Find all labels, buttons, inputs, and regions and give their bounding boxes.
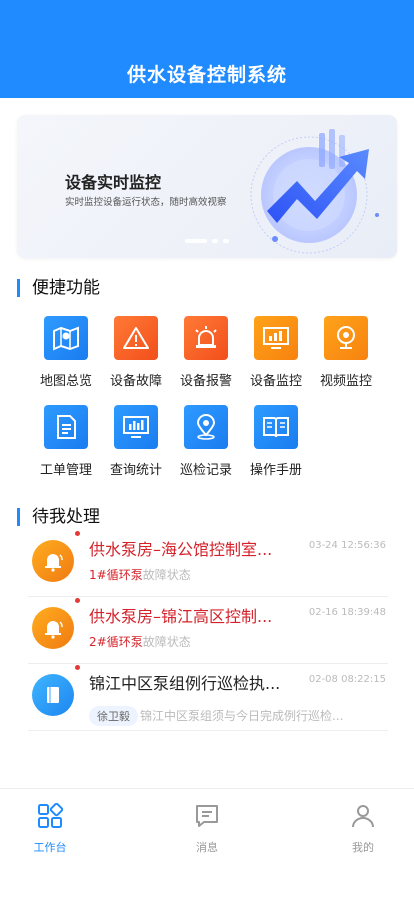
bottom-tab-bar: 工作台 消息 我的	[0, 788, 414, 897]
status-text: 故障状态	[142, 568, 191, 582]
pending-title: 待我处理	[17, 508, 100, 526]
quick-functions-title: 便捷功能	[17, 279, 100, 297]
quick-device-alarm[interactable]: 设备报警	[171, 316, 241, 389]
quick-label: 设备监控	[249, 374, 302, 389]
pending-item-time: 02-16 18:39:48	[308, 607, 386, 618]
statistics-icon	[114, 405, 158, 449]
pending-item-sub: 1#循环泵故障状态	[89, 566, 191, 583]
location-pin-icon	[184, 405, 228, 449]
pending-item-sub: 徐卫毅 锦江中区泵组须与今日完成例行巡检...	[89, 706, 343, 726]
banner-carousel[interactable]: 设备实时监控 实时监控设备运行状态，随时高效视察	[17, 115, 397, 258]
tab-label: 工作台	[33, 841, 67, 854]
quick-query-stats[interactable]: 查询统计	[101, 405, 171, 478]
user-icon	[352, 805, 374, 828]
workbench-icon	[38, 802, 64, 828]
assignee-tag: 徐卫毅	[89, 706, 138, 726]
device-name: 1#循环泵	[89, 568, 143, 582]
banner-subtitle: 实时监控设备运行状态，随时高效视察	[65, 197, 227, 208]
book-icon	[32, 674, 74, 716]
quick-operation-manual[interactable]: 操作手册	[241, 405, 311, 478]
pending-item-sub: 2#循环泵故障状态	[89, 633, 191, 650]
pending-item-title: 供水泵房–海公馆控制室...	[89, 540, 273, 559]
carousel-dot[interactable]	[185, 239, 207, 243]
quick-label: 工单管理	[39, 463, 92, 478]
pending-item[interactable]: 供水泵房–锦江高区控制... 02-16 18:39:48 2#循环泵故障状态	[28, 597, 388, 664]
warning-icon	[114, 316, 158, 360]
device-name: 2#循环泵	[89, 635, 143, 649]
status-text: 故障状态	[142, 635, 191, 649]
camera-icon	[324, 316, 368, 360]
pending-item[interactable]: 锦江中区泵组例行巡检执... 02-08 08:22:15 徐卫毅 锦江中区泵组须…	[28, 664, 388, 731]
bell-icon	[32, 607, 74, 649]
banner-title: 设备实时监控	[65, 173, 162, 192]
tab-label: 我的	[352, 841, 374, 854]
unread-dot	[75, 598, 80, 603]
tab-messages[interactable]: 消息	[167, 803, 247, 855]
task-description: 锦江中区泵组须与今日完成例行巡检...	[140, 709, 344, 723]
app-header: 供水设备控制系统	[0, 0, 414, 98]
quick-label: 操作手册	[249, 463, 302, 478]
quick-video-monitor[interactable]: 视频监控	[311, 316, 381, 389]
pending-item-title: 供水泵房–锦江高区控制...	[89, 607, 273, 626]
growth-chart-illustration	[250, 129, 379, 254]
pending-item[interactable]: 供水泵房–海公馆控制室... 03-24 12:56:36 1#循环泵故障状态	[28, 530, 388, 597]
pending-item-time: 02-08 08:22:15	[308, 674, 386, 685]
quick-label: 地图总览	[39, 374, 92, 389]
quick-label: 查询统计	[109, 463, 162, 478]
quick-label: 设备故障	[109, 374, 162, 389]
quick-inspection-record[interactable]: 巡检记录	[171, 405, 241, 478]
unread-dot	[75, 531, 80, 536]
page-title: 供水设备控制系统	[126, 64, 287, 86]
quick-label: 设备报警	[179, 374, 232, 389]
tab-label: 消息	[196, 841, 218, 854]
alarm-light-icon	[184, 316, 228, 360]
quick-map-overview[interactable]: 地图总览	[31, 316, 101, 389]
unread-dot	[75, 665, 80, 670]
tab-profile[interactable]: 我的	[323, 803, 403, 855]
quick-device-fault[interactable]: 设备故障	[101, 316, 171, 389]
carousel-indicator	[185, 239, 229, 243]
message-icon	[196, 805, 218, 827]
map-icon	[44, 316, 88, 360]
bell-icon	[32, 540, 74, 582]
document-icon	[44, 405, 88, 449]
quick-label: 巡检记录	[179, 463, 232, 478]
quick-device-monitor[interactable]: 设备监控	[241, 316, 311, 389]
quick-label: 视频监控	[319, 374, 372, 389]
quick-work-order[interactable]: 工单管理	[31, 405, 101, 478]
tab-workbench[interactable]: 工作台	[10, 802, 90, 855]
pending-item-title: 锦江中区泵组例行巡检执...	[89, 674, 281, 693]
monitor-chart-icon	[254, 316, 298, 360]
manual-book-icon	[254, 405, 298, 449]
pending-item-time: 03-24 12:56:36	[308, 540, 386, 551]
carousel-dot[interactable]	[223, 239, 229, 243]
carousel-dot[interactable]	[212, 239, 218, 243]
